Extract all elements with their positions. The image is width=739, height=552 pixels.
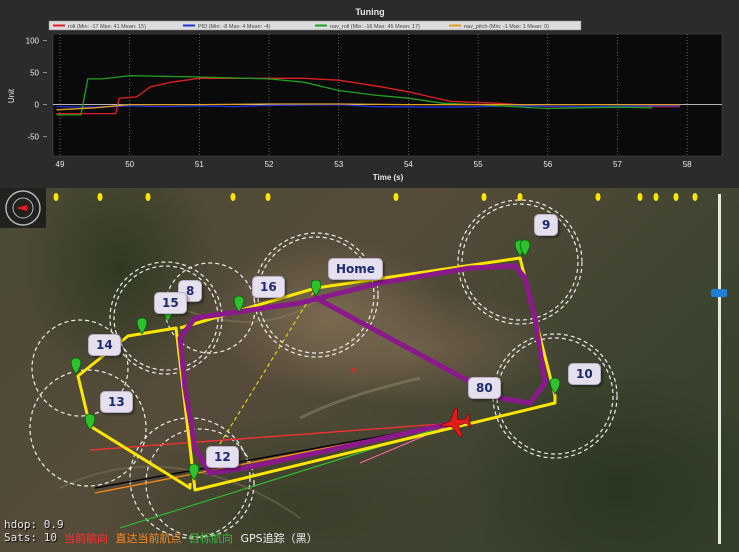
waypoint-marker[interactable] [70, 357, 82, 375]
waypoint-radius-circles [29, 199, 618, 539]
waypoint-label-80[interactable]: 80 [468, 377, 501, 399]
hdop-value: 0.9 [43, 518, 64, 531]
legend-entry: nav_pitch (Min: -1 Max: 1 Mean: 0) [464, 24, 549, 30]
tuning-chart: Tuning roll (Min: -17 Max: 41 Mean: 15) P… [7, 7, 723, 182]
flight-map[interactable]: ✕ Home 9 8 15 16 14 13 12 10 80 hdop: 0.… [0, 188, 739, 552]
sats-label: Sats: [4, 531, 38, 544]
y-tick-label: 100 [26, 36, 40, 45]
legend-entry: PID (Min: -8 Max: 4 Mean: -4) [198, 24, 271, 30]
x-tick-label: 57 [613, 160, 622, 169]
map-road [299, 376, 421, 420]
hdop-row: hdop: 0.9 [4, 518, 64, 531]
chart-title: Tuning [355, 7, 384, 17]
y-tick-label: 50 [30, 69, 39, 78]
waypoint-label-14[interactable]: 14 [88, 334, 121, 356]
gps-telemetry: hdop: 0.9 Sats: 10 [4, 518, 64, 544]
legend-entry: roll (Min: -17 Max: 41 Mean: 15) [68, 24, 146, 30]
waypoint-label-home[interactable]: Home [328, 258, 383, 280]
sats-row: Sats: 10 [4, 531, 64, 544]
waypoint-label-15[interactable]: 15 [154, 292, 187, 314]
legend-current-heading: 当前航向 [64, 532, 108, 545]
waypoint-label-16[interactable]: 16 [252, 276, 285, 298]
target-marker-icon: ✕ [350, 366, 358, 376]
tuning-graph-panel: Tuning roll (Min: -17 Max: 41 Mean: 15) P… [0, 0, 739, 188]
y-tick-label: 0 [35, 101, 40, 110]
radius-circle [29, 369, 147, 487]
x-tick-label: 54 [404, 160, 413, 169]
x-axis-label: Time (s) [373, 173, 404, 182]
x-tick-label: 55 [474, 160, 483, 169]
waypoint-label-10[interactable]: 10 [568, 363, 601, 385]
x-tick-label: 56 [543, 160, 552, 169]
zoom-slider-rail[interactable] [718, 194, 721, 544]
zoom-slider[interactable] [708, 194, 730, 544]
hdop-label: hdop: [4, 518, 38, 531]
waypoint-label-9[interactable]: 9 [534, 214, 559, 236]
map-overlay: ✕ [0, 188, 698, 539]
flown-track [177, 263, 548, 476]
compass-widget[interactable] [0, 188, 46, 228]
waypoint-label-12[interactable]: 12 [206, 446, 239, 468]
sats-value: 10 [43, 531, 57, 544]
waypoint-marker[interactable] [549, 377, 561, 395]
y-tick-label: -50 [27, 133, 39, 142]
x-tick-label: 50 [125, 160, 134, 169]
map-line-legend: 当前航向 直达当前航点 目标航向 GPS追踪（黑） [64, 530, 322, 546]
legend-target-heading: 目标航向 [189, 532, 233, 545]
waypoint-label-13[interactable]: 13 [100, 391, 133, 413]
y-axis-label: Unit [7, 88, 16, 103]
zoom-slider-thumb[interactable] [711, 289, 727, 297]
top-marker-strip [53, 193, 698, 201]
legend-bearing-to-waypoint: 直达当前航点 [115, 532, 182, 545]
x-tick-label: 58 [683, 160, 692, 169]
legend-gps-track: GPS追踪（黑） [240, 532, 318, 545]
x-tick-label: 53 [334, 160, 343, 169]
plot-area [52, 33, 723, 157]
x-tick-label: 49 [56, 160, 65, 169]
x-tick-label: 51 [195, 160, 204, 169]
waypoint-marker[interactable] [188, 463, 200, 481]
legend-entry: nav_roll (Min: -16 Max: 45 Mean: 17) [330, 24, 420, 30]
waypoint-markers [70, 239, 561, 481]
x-tick-label: 52 [265, 160, 274, 169]
